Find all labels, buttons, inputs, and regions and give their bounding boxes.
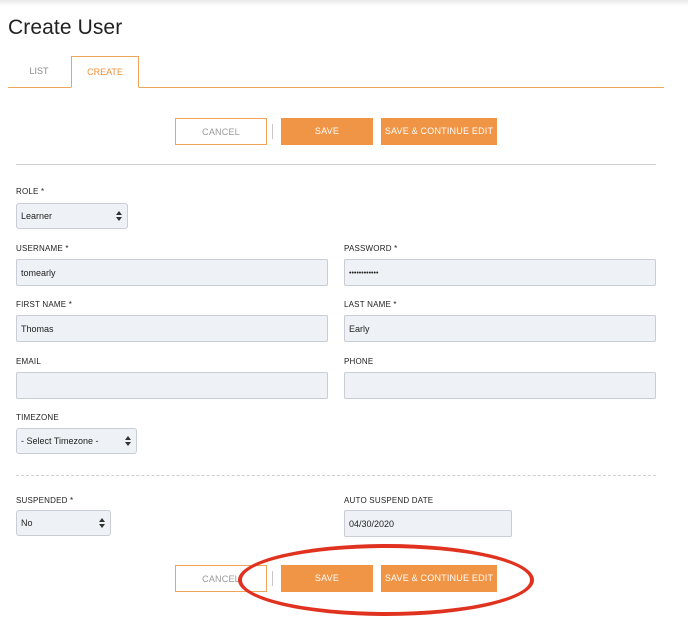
email-label: EMAIL — [16, 357, 42, 366]
timezone-select[interactable]: - Select Timezone - — [16, 428, 137, 454]
select-arrows-icon — [99, 518, 105, 528]
button-divider — [272, 571, 273, 586]
suspended-select[interactable]: No — [16, 510, 111, 536]
password-field[interactable]: •••••••••••• — [344, 259, 656, 286]
select-arrows-icon — [116, 211, 122, 221]
auto-suspend-date-value: 04/30/2020 — [349, 519, 395, 529]
save-button[interactable]: SAVE — [281, 565, 373, 592]
username-value: tomearly — [21, 268, 56, 278]
auto-suspend-date-field[interactable]: 04/30/2020 — [344, 510, 512, 537]
top-action-bar: CANCEL SAVE SAVE & CONTINUE EDIT — [0, 118, 688, 146]
username-label: USERNAME * — [16, 244, 69, 253]
email-field[interactable] — [16, 372, 328, 399]
first-name-label: FIRST NAME * — [16, 300, 73, 309]
page-title: Create User — [8, 16, 123, 39]
role-label: ROLE * — [16, 187, 45, 196]
phone-label: PHONE — [344, 357, 374, 366]
dashed-divider — [16, 475, 656, 476]
last-name-value: Early — [349, 324, 370, 334]
last-name-label: LAST NAME * — [344, 300, 397, 309]
phone-field[interactable] — [344, 372, 656, 399]
tab-bar: LIST CREATE — [8, 56, 664, 88]
first-name-field[interactable]: Thomas — [16, 315, 328, 342]
cancel-button[interactable]: CANCEL — [175, 118, 267, 145]
timezone-label: TIMEZONE — [16, 413, 59, 422]
role-select[interactable]: Learner — [16, 203, 128, 229]
username-field[interactable]: tomearly — [16, 259, 328, 286]
tab-list[interactable]: LIST — [8, 56, 70, 87]
button-divider — [272, 124, 273, 139]
suspended-select-value: No — [21, 518, 33, 528]
save-continue-edit-button[interactable]: SAVE & CONTINUE EDIT — [381, 118, 497, 145]
first-name-value: Thomas — [21, 324, 54, 334]
save-continue-edit-button[interactable]: SAVE & CONTINUE EDIT — [381, 565, 497, 592]
top-shadow — [0, 0, 688, 6]
bottom-action-bar: CANCEL SAVE SAVE & CONTINUE EDIT — [0, 565, 688, 593]
tab-create[interactable]: CREATE — [71, 56, 139, 88]
role-select-value: Learner — [21, 211, 53, 221]
timezone-select-value: - Select Timezone - — [21, 436, 99, 446]
select-arrows-icon — [125, 436, 131, 446]
password-value: •••••••••••• — [349, 270, 379, 277]
section-divider — [16, 164, 656, 165]
auto-suspend-date-label: AUTO SUSPEND DATE — [344, 496, 434, 505]
cancel-button[interactable]: CANCEL — [175, 565, 267, 592]
save-button[interactable]: SAVE — [281, 118, 373, 145]
last-name-field[interactable]: Early — [344, 315, 656, 342]
password-label: PASSWORD * — [344, 244, 398, 253]
suspended-label: SUSPENDED * — [16, 496, 74, 505]
